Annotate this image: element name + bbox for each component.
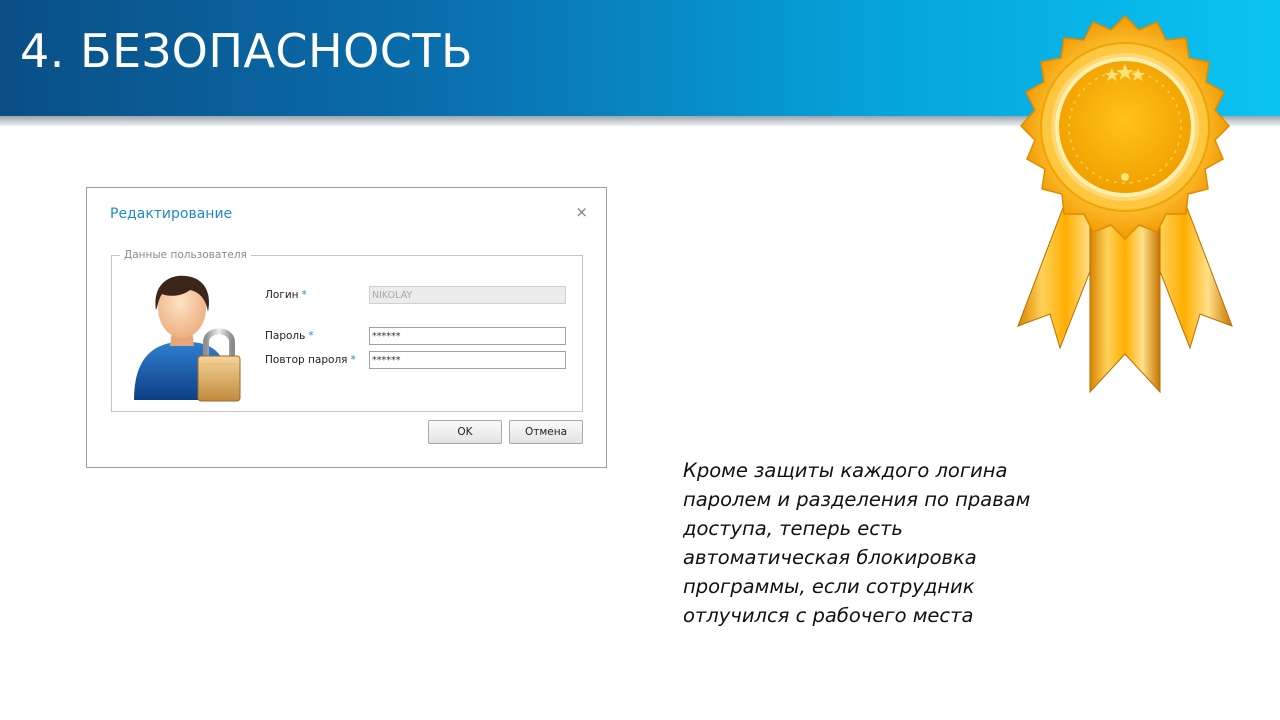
- caption-line: отлучился с рабочего места: [683, 604, 974, 627]
- password-repeat-field[interactable]: [369, 351, 566, 369]
- caption-line: паролем и разделения по правам: [683, 488, 1031, 511]
- close-icon[interactable]: ×: [575, 205, 588, 220]
- edit-dialog: Редактирование × Данные пользователя Лог…: [86, 187, 607, 468]
- cancel-button[interactable]: Отмена: [509, 420, 583, 444]
- password-field[interactable]: [369, 327, 566, 345]
- required-mark: *: [308, 330, 314, 342]
- caption-line: программы, если сотрудник: [683, 575, 975, 598]
- password-repeat-label: Повтор пароля *: [265, 354, 356, 366]
- caption-line: Кроме защиты каждого логина: [683, 459, 1008, 482]
- award-rosette-icon: [1017, 14, 1233, 394]
- login-field[interactable]: [369, 286, 566, 304]
- caption-line: автоматическая блокировка: [683, 546, 977, 569]
- slide-title: 4. БЕЗОПАСНОСТЬ: [20, 24, 474, 78]
- user-with-padlock-icon: [134, 275, 241, 402]
- caption-line: доступа, теперь есть: [683, 517, 903, 540]
- password-label: Пароль *: [265, 330, 314, 342]
- required-mark: *: [350, 354, 356, 366]
- feature-description: Кроме защиты каждого логина паролем и ра…: [683, 456, 1103, 630]
- user-data-group: Данные пользователя Логин * NIKOLAY Паро…: [111, 249, 583, 412]
- required-mark: *: [301, 289, 307, 301]
- group-legend: Данные пользователя: [120, 249, 251, 261]
- login-label: Логин *: [265, 289, 307, 301]
- ok-button[interactable]: OK: [428, 420, 502, 444]
- dialog-title: Редактирование: [110, 206, 233, 222]
